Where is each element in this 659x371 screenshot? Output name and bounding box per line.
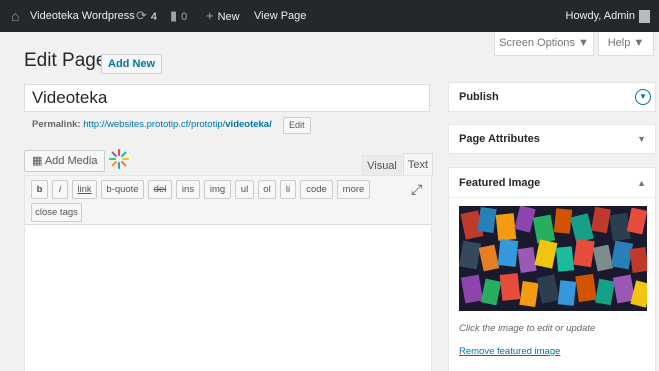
qt-link[interactable]: link bbox=[72, 180, 97, 199]
content-editor[interactable]: b i link b-quote del ins img ul ol li co… bbox=[24, 175, 432, 371]
updates-link[interactable]: ⟳ 4 bbox=[136, 0, 157, 32]
view-page-link[interactable]: View Page bbox=[254, 0, 306, 32]
screen-options-button[interactable]: Screen Options ▼ bbox=[494, 32, 594, 56]
featured-image-header[interactable]: Featured Image ▲ bbox=[449, 168, 655, 198]
updates-icon: ⟳ bbox=[136, 8, 147, 23]
qt-ins[interactable]: ins bbox=[176, 180, 200, 199]
permalink-base: http://websites.prototip.cf/prototip/ bbox=[83, 119, 226, 130]
publish-box: Publish ▼ bbox=[448, 82, 656, 112]
page-title: Edit Page bbox=[24, 50, 107, 71]
qt-close-tags[interactable]: close tags bbox=[31, 203, 82, 222]
permalink-row: Permalink: http://websites.prototip.cf/p… bbox=[32, 119, 272, 130]
qt-ol[interactable]: ol bbox=[258, 180, 276, 199]
qt-bold[interactable]: b bbox=[31, 180, 48, 199]
remove-featured-image-link[interactable]: Remove featured image bbox=[459, 346, 560, 357]
spinner-icon bbox=[109, 149, 129, 169]
qt-img[interactable]: img bbox=[204, 180, 231, 199]
featured-image-thumbnail[interactable] bbox=[459, 206, 647, 311]
comment-icon: ▮ bbox=[170, 8, 178, 23]
title-input[interactable] bbox=[24, 84, 430, 112]
permalink-link[interactable]: http://websites.prototip.cf/prototip/vid… bbox=[83, 119, 272, 130]
site-name-link[interactable]: Videoteka Wordpress bbox=[30, 0, 135, 32]
qt-bquote[interactable]: b-quote bbox=[101, 180, 144, 199]
admin-bar: ⌂ Videoteka Wordpress ⟳ 4 ▮ 0 + New View Pa… bbox=[0, 0, 659, 32]
add-media-label: Add Media bbox=[44, 155, 98, 167]
comments-count: 0 bbox=[181, 11, 188, 23]
comments-link[interactable]: ▮ 0 bbox=[170, 0, 187, 32]
tab-text[interactable]: Text bbox=[403, 153, 433, 176]
publish-header[interactable]: Publish ▼ bbox=[449, 83, 655, 111]
toggle-arrow-icon[interactable]: ▼ bbox=[635, 89, 651, 105]
qt-italic[interactable]: i bbox=[52, 180, 68, 199]
featured-image-caption: Click the image to edit or update bbox=[459, 323, 596, 334]
tab-visual[interactable]: Visual bbox=[362, 155, 402, 175]
account-menu[interactable]: Howdy, Admin bbox=[565, 0, 650, 32]
howdy-label: Howdy, Admin bbox=[565, 10, 636, 22]
add-media-button[interactable]: ▦ Add Media bbox=[24, 150, 106, 172]
new-content-link[interactable]: + New bbox=[206, 0, 240, 32]
page-attributes-title: Page Attributes bbox=[459, 133, 540, 145]
edit-permalink-button[interactable]: Edit bbox=[283, 117, 311, 134]
featured-image-box: Featured Image ▲ Click the image to edit… bbox=[448, 167, 656, 371]
permalink-label: Permalink: bbox=[32, 119, 81, 130]
featured-image-title: Featured Image bbox=[459, 177, 541, 189]
page-attributes-header[interactable]: Page Attributes ▼ bbox=[449, 125, 655, 153]
movie-collage-image bbox=[459, 206, 647, 311]
new-label: New bbox=[217, 11, 240, 23]
help-button[interactable]: Help ▼ bbox=[598, 32, 654, 56]
toggle-arrow-icon[interactable]: ▼ bbox=[637, 125, 646, 153]
page-attributes-box: Page Attributes ▼ bbox=[448, 124, 656, 154]
qt-code[interactable]: code bbox=[300, 180, 333, 199]
avatar bbox=[639, 9, 650, 23]
qt-ul[interactable]: ul bbox=[235, 180, 254, 199]
qt-del[interactable]: del bbox=[148, 180, 172, 199]
plus-icon: + bbox=[206, 8, 214, 23]
permalink-slug: videoteka/ bbox=[225, 119, 272, 130]
toggle-arrow-icon[interactable]: ▲ bbox=[637, 168, 646, 198]
home-icon[interactable]: ⌂ bbox=[11, 0, 19, 32]
fullscreen-icon[interactable]: ⤢ bbox=[411, 181, 422, 198]
publish-title: Publish bbox=[459, 91, 499, 103]
media-icon: ▦ bbox=[32, 155, 45, 167]
qt-li[interactable]: li bbox=[280, 180, 296, 199]
quicktags-toolbar: b i link b-quote del ins img ul ol li co… bbox=[25, 176, 431, 225]
updates-count: 4 bbox=[150, 11, 158, 23]
qt-more[interactable]: more bbox=[337, 180, 370, 199]
add-new-button[interactable]: Add New bbox=[101, 54, 163, 74]
